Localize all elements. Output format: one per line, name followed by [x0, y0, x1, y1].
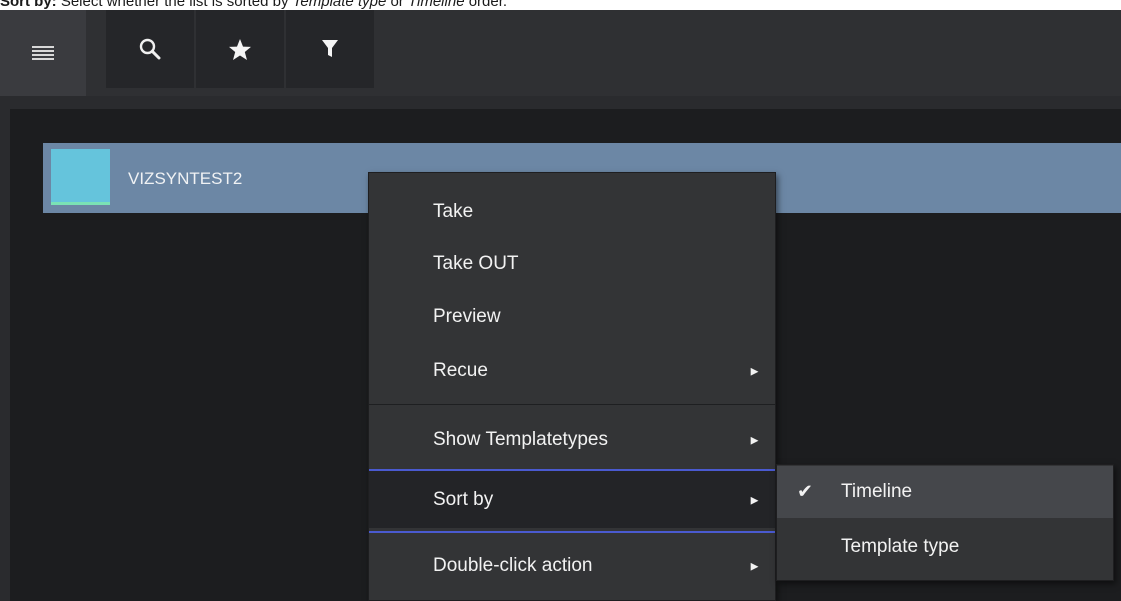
menu-item-double-click-action[interactable]: Double-click action ►	[369, 537, 775, 594]
checkmark-icon: ✔	[797, 481, 813, 503]
context-menu: Take Take OUT Preview Recue ► Show Templa…	[368, 172, 776, 601]
menu-item-take-out[interactable]: Take OUT	[369, 235, 775, 292]
submenu-item-template-type[interactable]: Template type	[777, 521, 1113, 573]
caption-text-1: Select whether the list is sorted by	[56, 0, 293, 10]
menu-button[interactable]	[0, 10, 86, 96]
caption-bold: Sort by:	[0, 0, 57, 10]
search-button[interactable]	[106, 10, 194, 88]
menu-item-take[interactable]: Take	[369, 183, 775, 240]
submenu-arrow-icon: ►	[748, 432, 761, 447]
favorites-button[interactable]	[196, 10, 284, 88]
submenu-item-label: Template type	[841, 536, 960, 557]
submenu-item-label: Timeline	[841, 481, 913, 502]
submenu-item-timeline[interactable]: ✔ Timeline	[777, 466, 1113, 518]
list-item-label: VIZSYNTEST2	[128, 169, 243, 188]
menu-item-label: Take	[433, 200, 474, 222]
menu-item-label: Take OUT	[433, 252, 519, 274]
submenu-arrow-icon: ►	[748, 363, 761, 378]
menu-separator-accent	[369, 531, 775, 533]
star-icon	[229, 38, 251, 60]
menu-item-sort-by[interactable]: Sort by ►	[369, 471, 775, 528]
menu-item-label: Recue	[433, 359, 488, 381]
menu-item-preview[interactable]: Preview	[369, 288, 775, 345]
caption-text-2: or	[386, 0, 408, 10]
caption-italic-1: Template type	[292, 0, 387, 10]
toolbar	[0, 10, 1121, 96]
filter-button[interactable]	[286, 10, 374, 88]
menu-item-label: Double-click action	[433, 554, 593, 576]
hamburger-menu-icon	[32, 46, 54, 60]
filter-icon	[322, 40, 338, 57]
template-thumbnail	[51, 149, 110, 205]
submenu-arrow-icon: ►	[748, 558, 761, 573]
submenu-arrow-icon: ►	[748, 492, 761, 507]
menu-item-label: Sort by	[433, 488, 494, 510]
menu-item-recue[interactable]: Recue ►	[369, 342, 775, 399]
menu-separator	[369, 404, 775, 405]
search-icon	[139, 38, 161, 60]
menu-item-show-templatetypes[interactable]: Show Templatetypes ►	[369, 411, 775, 468]
caption-italic-2: Timeline	[407, 0, 465, 10]
doc-caption: Sort by: Select whether the list is sort…	[0, 0, 1121, 10]
sort-by-submenu: ✔ Timeline Template type	[776, 464, 1114, 581]
caption-text-3: order.	[464, 0, 508, 10]
menu-item-label: Show Templatetypes	[433, 428, 608, 450]
menu-item-label: Preview	[433, 305, 501, 327]
